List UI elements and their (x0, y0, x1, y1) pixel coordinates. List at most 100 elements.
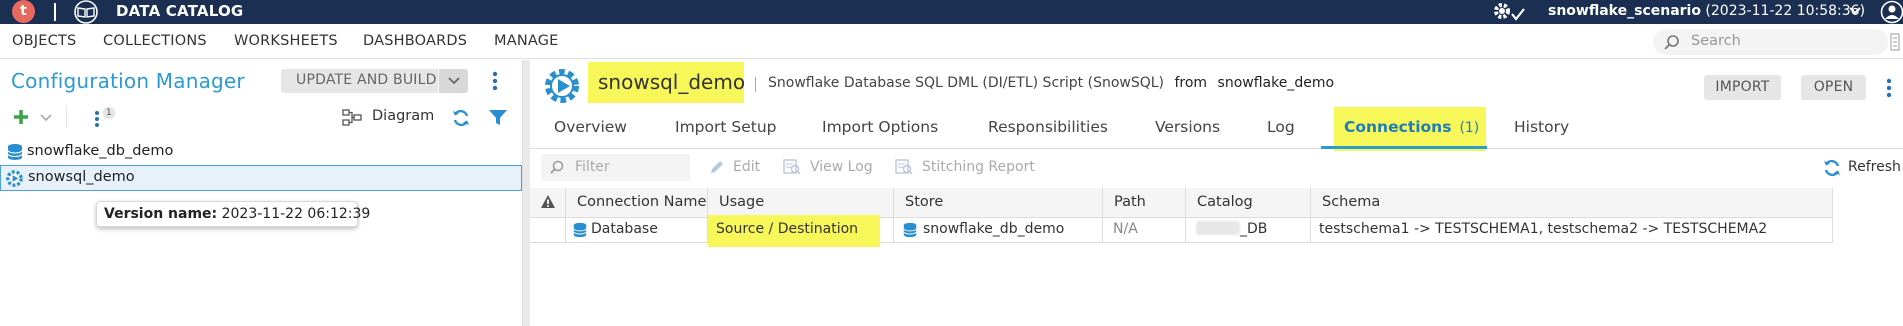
tooltip-text: Version name: 2023-11-22 06:12:39 (104, 206, 370, 222)
tree-item-snowflake-db-demo[interactable]: snowflake_db_demo (0, 139, 522, 165)
model-name: snowsql_demo (598, 70, 746, 94)
tooltip-label: Version name: (104, 206, 218, 222)
column-header-label: Connection Name (577, 194, 707, 210)
redacted-text (1196, 221, 1240, 235)
versions-menu-icon[interactable] (94, 110, 100, 128)
divider (755, 77, 756, 92)
filter-box[interactable]: Filter (541, 154, 690, 181)
catalog-value: _DB (1196, 221, 1267, 237)
column-header[interactable]: Path (1103, 188, 1186, 218)
stitching-report-button[interactable]: Stitching Report (922, 159, 1035, 175)
tree-item-label: snowsql_demo (28, 169, 135, 185)
chevron-down-icon[interactable] (1848, 5, 1862, 17)
update-and-build-button[interactable]: UPDATE AND BUILD (281, 69, 468, 93)
search-icon (549, 160, 565, 176)
edit-icon (708, 158, 726, 176)
view-log-button[interactable]: View Log (810, 159, 873, 175)
column-header[interactable]: Store (894, 188, 1103, 218)
update-and-build-label: UPDATE AND BUILD (296, 72, 437, 88)
add-icon[interactable] (12, 108, 30, 126)
tooltip-value: 2023-11-22 06:12:39 (221, 206, 371, 222)
scenario-label[interactable]: snowflake_scenario (2023-11-22 10:58:36) (1548, 3, 1865, 19)
menu-worksheets[interactable]: WORKSHEETS (234, 33, 338, 49)
database-icon (6, 143, 24, 161)
edit-button[interactable]: Edit (733, 159, 760, 175)
scenario-time: (2023-11-22 10:58:36) (1705, 3, 1866, 19)
connection-name: Database (591, 221, 658, 237)
tab-versions[interactable]: Versions (1155, 118, 1220, 136)
version-count-badge: 1 (103, 107, 115, 119)
tab-responsibilities[interactable]: Responsibilities (988, 118, 1108, 136)
catalog-cell: _DB (1186, 218, 1311, 243)
scenario-gear-icon[interactable] (1490, 0, 1530, 24)
menu-manage[interactable]: MANAGE (494, 33, 559, 49)
open-button[interactable]: OPEN (1801, 75, 1866, 100)
user-avatar-icon[interactable] (1880, 0, 1903, 24)
filter-input[interactable]: Filter (575, 159, 610, 175)
configuration-manager-panel: Configuration Manager UPDATE AND BUILD 1… (0, 60, 522, 326)
chevron-down-icon (448, 77, 460, 85)
from-label: from (1174, 75, 1208, 91)
column-header[interactable]: Connection Name (566, 188, 708, 218)
detail-panel: snowsql_demo Snowflake Database SQL DML … (530, 60, 1903, 326)
refresh-button[interactable]: Refresh (1848, 159, 1901, 175)
stitching-report-icon (894, 158, 914, 176)
import-button[interactable]: IMPORT (1704, 75, 1781, 100)
gear-play-icon (5, 169, 24, 188)
database-icon (902, 222, 918, 238)
search-box[interactable]: Search (1653, 29, 1888, 55)
panel-splitter[interactable] (522, 60, 530, 326)
diagram-button[interactable]: Diagram (372, 108, 434, 124)
warning-cell (530, 218, 566, 243)
table-row[interactable]: Database Source / Destination snowflake_… (530, 215, 1833, 247)
panel-title: Configuration Manager (11, 69, 245, 93)
tab-log[interactable]: Log (1267, 118, 1295, 136)
model-description: Snowflake Database SQL DML (DI/ETL) Scri… (768, 75, 1334, 91)
menu-dashboards[interactable]: DASHBOARDS (363, 33, 467, 49)
column-header[interactable]: Schema (1311, 188, 1833, 218)
column-header-label: Usage (719, 194, 765, 210)
menu-collections[interactable]: COLLECTIONS (103, 33, 207, 49)
model-source[interactable]: snowflake_demo (1218, 75, 1335, 91)
top-bar: t DATA CATALOG snowflake_scenario (2023-… (0, 0, 1903, 24)
chevron-down-icon[interactable] (40, 114, 52, 122)
update-and-build-dropdown[interactable] (438, 69, 468, 93)
refresh-icon[interactable] (1822, 158, 1842, 178)
scenario-name: snowflake_scenario (1548, 3, 1701, 19)
database-icon (572, 222, 588, 238)
path-value: N/A (1113, 221, 1138, 237)
view-log-icon (782, 158, 802, 176)
grid-header: Connection Name Usage Store Path Catalog… (530, 188, 1833, 218)
store-cell: snowflake_db_demo (894, 218, 1103, 243)
panel-toggle-icon[interactable] (1890, 33, 1900, 51)
tab-connections[interactable]: Connections (1) (1344, 118, 1479, 136)
diagram-icon[interactable] (342, 109, 362, 127)
filter-icon[interactable] (488, 109, 508, 127)
column-header-label: Catalog (1197, 194, 1253, 210)
app-logo[interactable]: t (12, 0, 35, 23)
schema-value: testschema1 -> TESTSCHEMA1, testschema2 … (1319, 221, 1768, 237)
catalog-suffix: _DB (1240, 221, 1268, 237)
more-options-icon[interactable] (1886, 78, 1892, 98)
tree-item-label: snowflake_db_demo (27, 143, 174, 159)
column-header[interactable]: Usage (708, 188, 894, 218)
connections-toolbar: Filter Edit View Log Stitching Report Re… (530, 149, 1903, 188)
tab-import-options[interactable]: Import Options (822, 118, 938, 136)
tab-overview[interactable]: Overview (554, 118, 627, 136)
store-value[interactable]: snowflake_db_demo (923, 221, 1064, 237)
version-tooltip: Version name: 2023-11-22 06:12:39 (96, 201, 370, 227)
tab-import-setup[interactable]: Import Setup (675, 118, 776, 136)
usage-cell: Source / Destination (708, 215, 894, 247)
column-header[interactable]: Catalog (1186, 188, 1311, 218)
main-menu: OBJECTS COLLECTIONS WORKSHEETS DASHBOARD… (0, 24, 1903, 59)
more-options-icon[interactable] (492, 71, 498, 91)
column-header-label: Path (1114, 194, 1146, 210)
menu-objects[interactable]: OBJECTS (12, 33, 76, 49)
book-icon (70, 0, 102, 24)
column-header-label: Store (905, 194, 944, 210)
tree-item-snowsql-demo[interactable]: snowsql_demo (0, 165, 522, 191)
refresh-icon[interactable] (451, 108, 471, 128)
model-type: Snowflake Database SQL DML (DI/ETL) Scri… (768, 75, 1165, 91)
search-input[interactable]: Search (1691, 33, 1741, 49)
tab-history[interactable]: History (1514, 118, 1569, 136)
